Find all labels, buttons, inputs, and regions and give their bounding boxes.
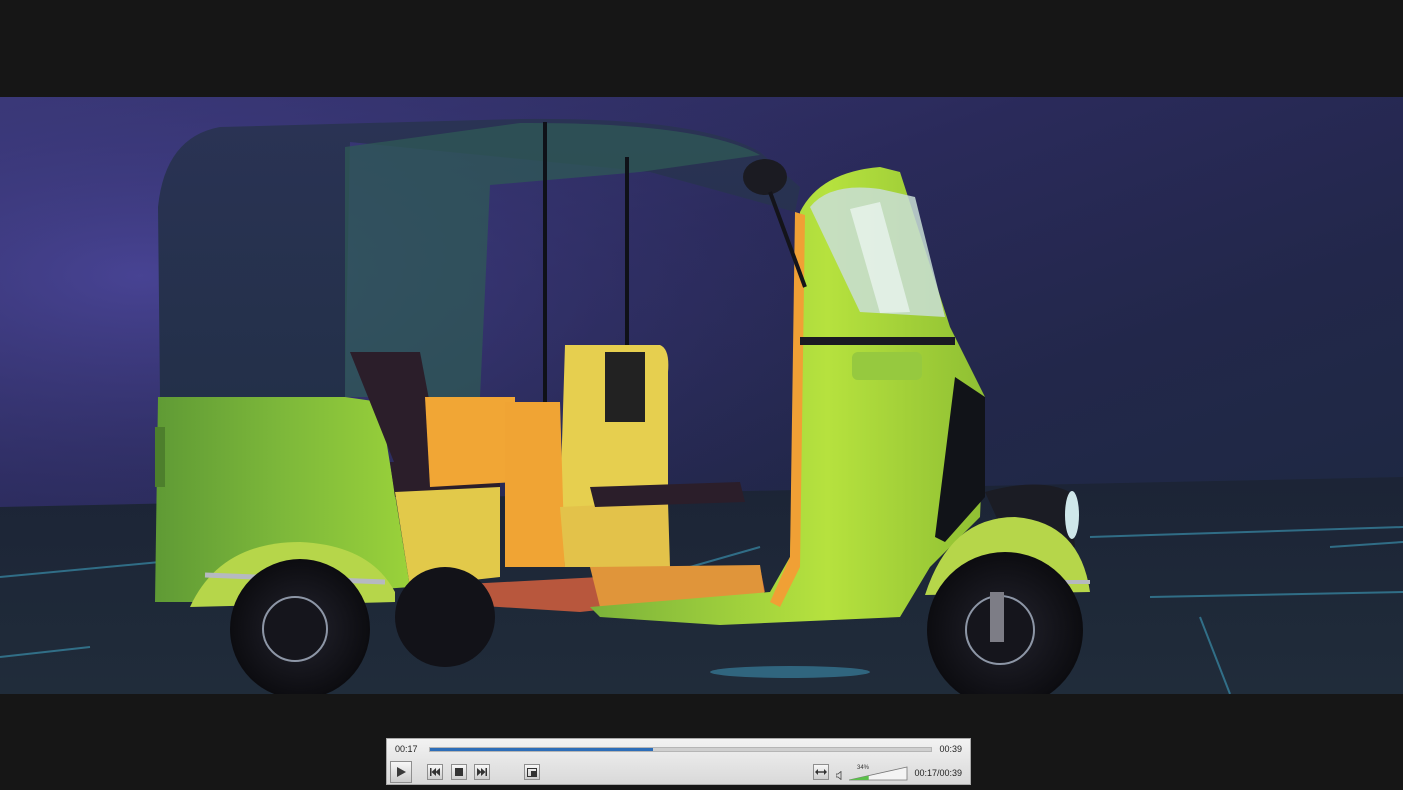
video-scene (0, 97, 1403, 694)
stop-button[interactable] (451, 764, 467, 780)
skip-back-icon (430, 768, 440, 776)
media-player: 00:17 00:39 34% 00:17/00:39 (0, 0, 1403, 790)
speaker-icon[interactable] (836, 771, 845, 780)
time-readout: 00:17/00:39 (914, 768, 962, 778)
skip-forward-icon (477, 768, 487, 776)
play-button[interactable] (390, 761, 412, 783)
elapsed-time: 00:17 (395, 744, 418, 754)
video-frame[interactable] (0, 97, 1403, 694)
play-icon (397, 767, 406, 777)
seek-bar-progress (430, 748, 653, 751)
snapshot-button[interactable] (524, 764, 540, 780)
seek-bar[interactable] (429, 747, 932, 752)
aspect-ratio-icon (815, 769, 827, 775)
aspect-ratio-button[interactable] (813, 764, 829, 780)
stop-icon (455, 768, 463, 776)
volume-percent: 34% (857, 765, 870, 771)
previous-button[interactable] (427, 764, 443, 780)
playback-control-bar: 00:17 00:39 34% 00:17/00:39 (386, 738, 971, 785)
total-time: 00:39 (939, 744, 962, 754)
snapshot-icon (527, 767, 537, 777)
next-button[interactable] (474, 764, 490, 780)
